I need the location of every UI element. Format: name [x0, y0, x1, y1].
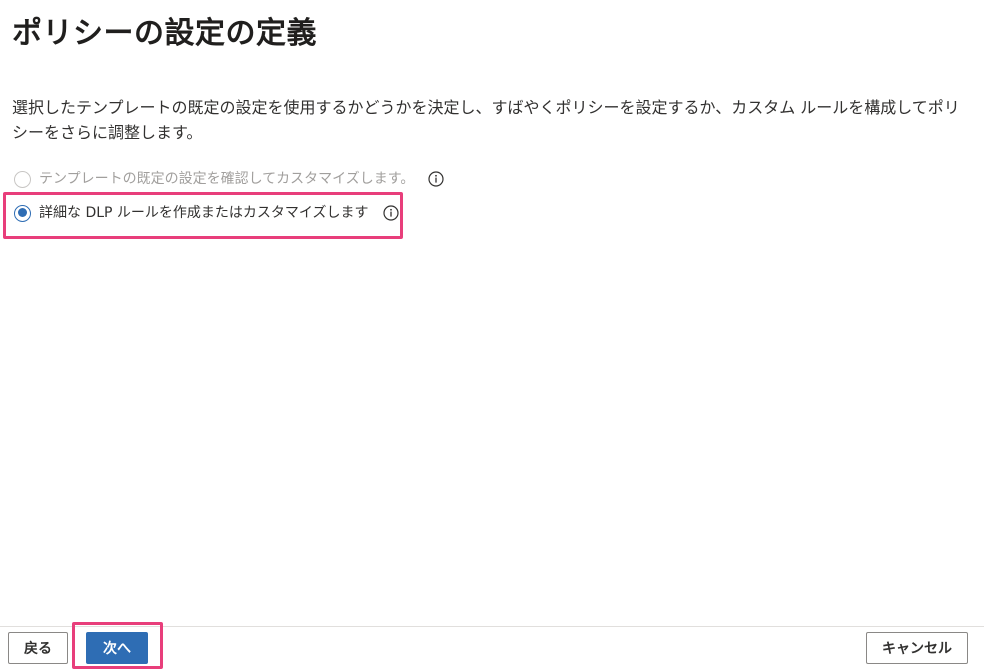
cancel-button[interactable]: キャンセル	[866, 632, 968, 664]
next-button[interactable]: 次へ	[86, 632, 148, 664]
footer-divider	[0, 626, 984, 627]
info-icon[interactable]	[428, 171, 444, 187]
option-label: 詳細な DLP ルールを作成またはカスタマイズします	[39, 205, 369, 221]
back-button[interactable]: 戻る	[8, 632, 68, 664]
option-create-dlp-rules[interactable]: 詳細な DLP ルールを作成またはカスタマイズします	[14, 202, 399, 224]
page-description: 選択したテンプレートの既定の設定を使用するかどうかを決定し、すばやくポリシーを設…	[12, 98, 960, 142]
policy-settings-page: ポリシーの設定の定義 選択したテンプレートの既定の設定を使用するかどうかを決定し…	[0, 0, 984, 669]
option-review-template-defaults: テンプレートの既定の設定を確認してカスタマイズします。	[14, 168, 444, 190]
option-label: テンプレートの既定の設定を確認してカスタマイズします。	[39, 171, 415, 187]
page-title: ポリシーの設定の定義	[12, 16, 317, 51]
radio-create-dlp-rules[interactable]	[14, 204, 31, 222]
info-icon[interactable]	[382, 205, 399, 221]
radio-review-template-defaults	[14, 170, 31, 188]
